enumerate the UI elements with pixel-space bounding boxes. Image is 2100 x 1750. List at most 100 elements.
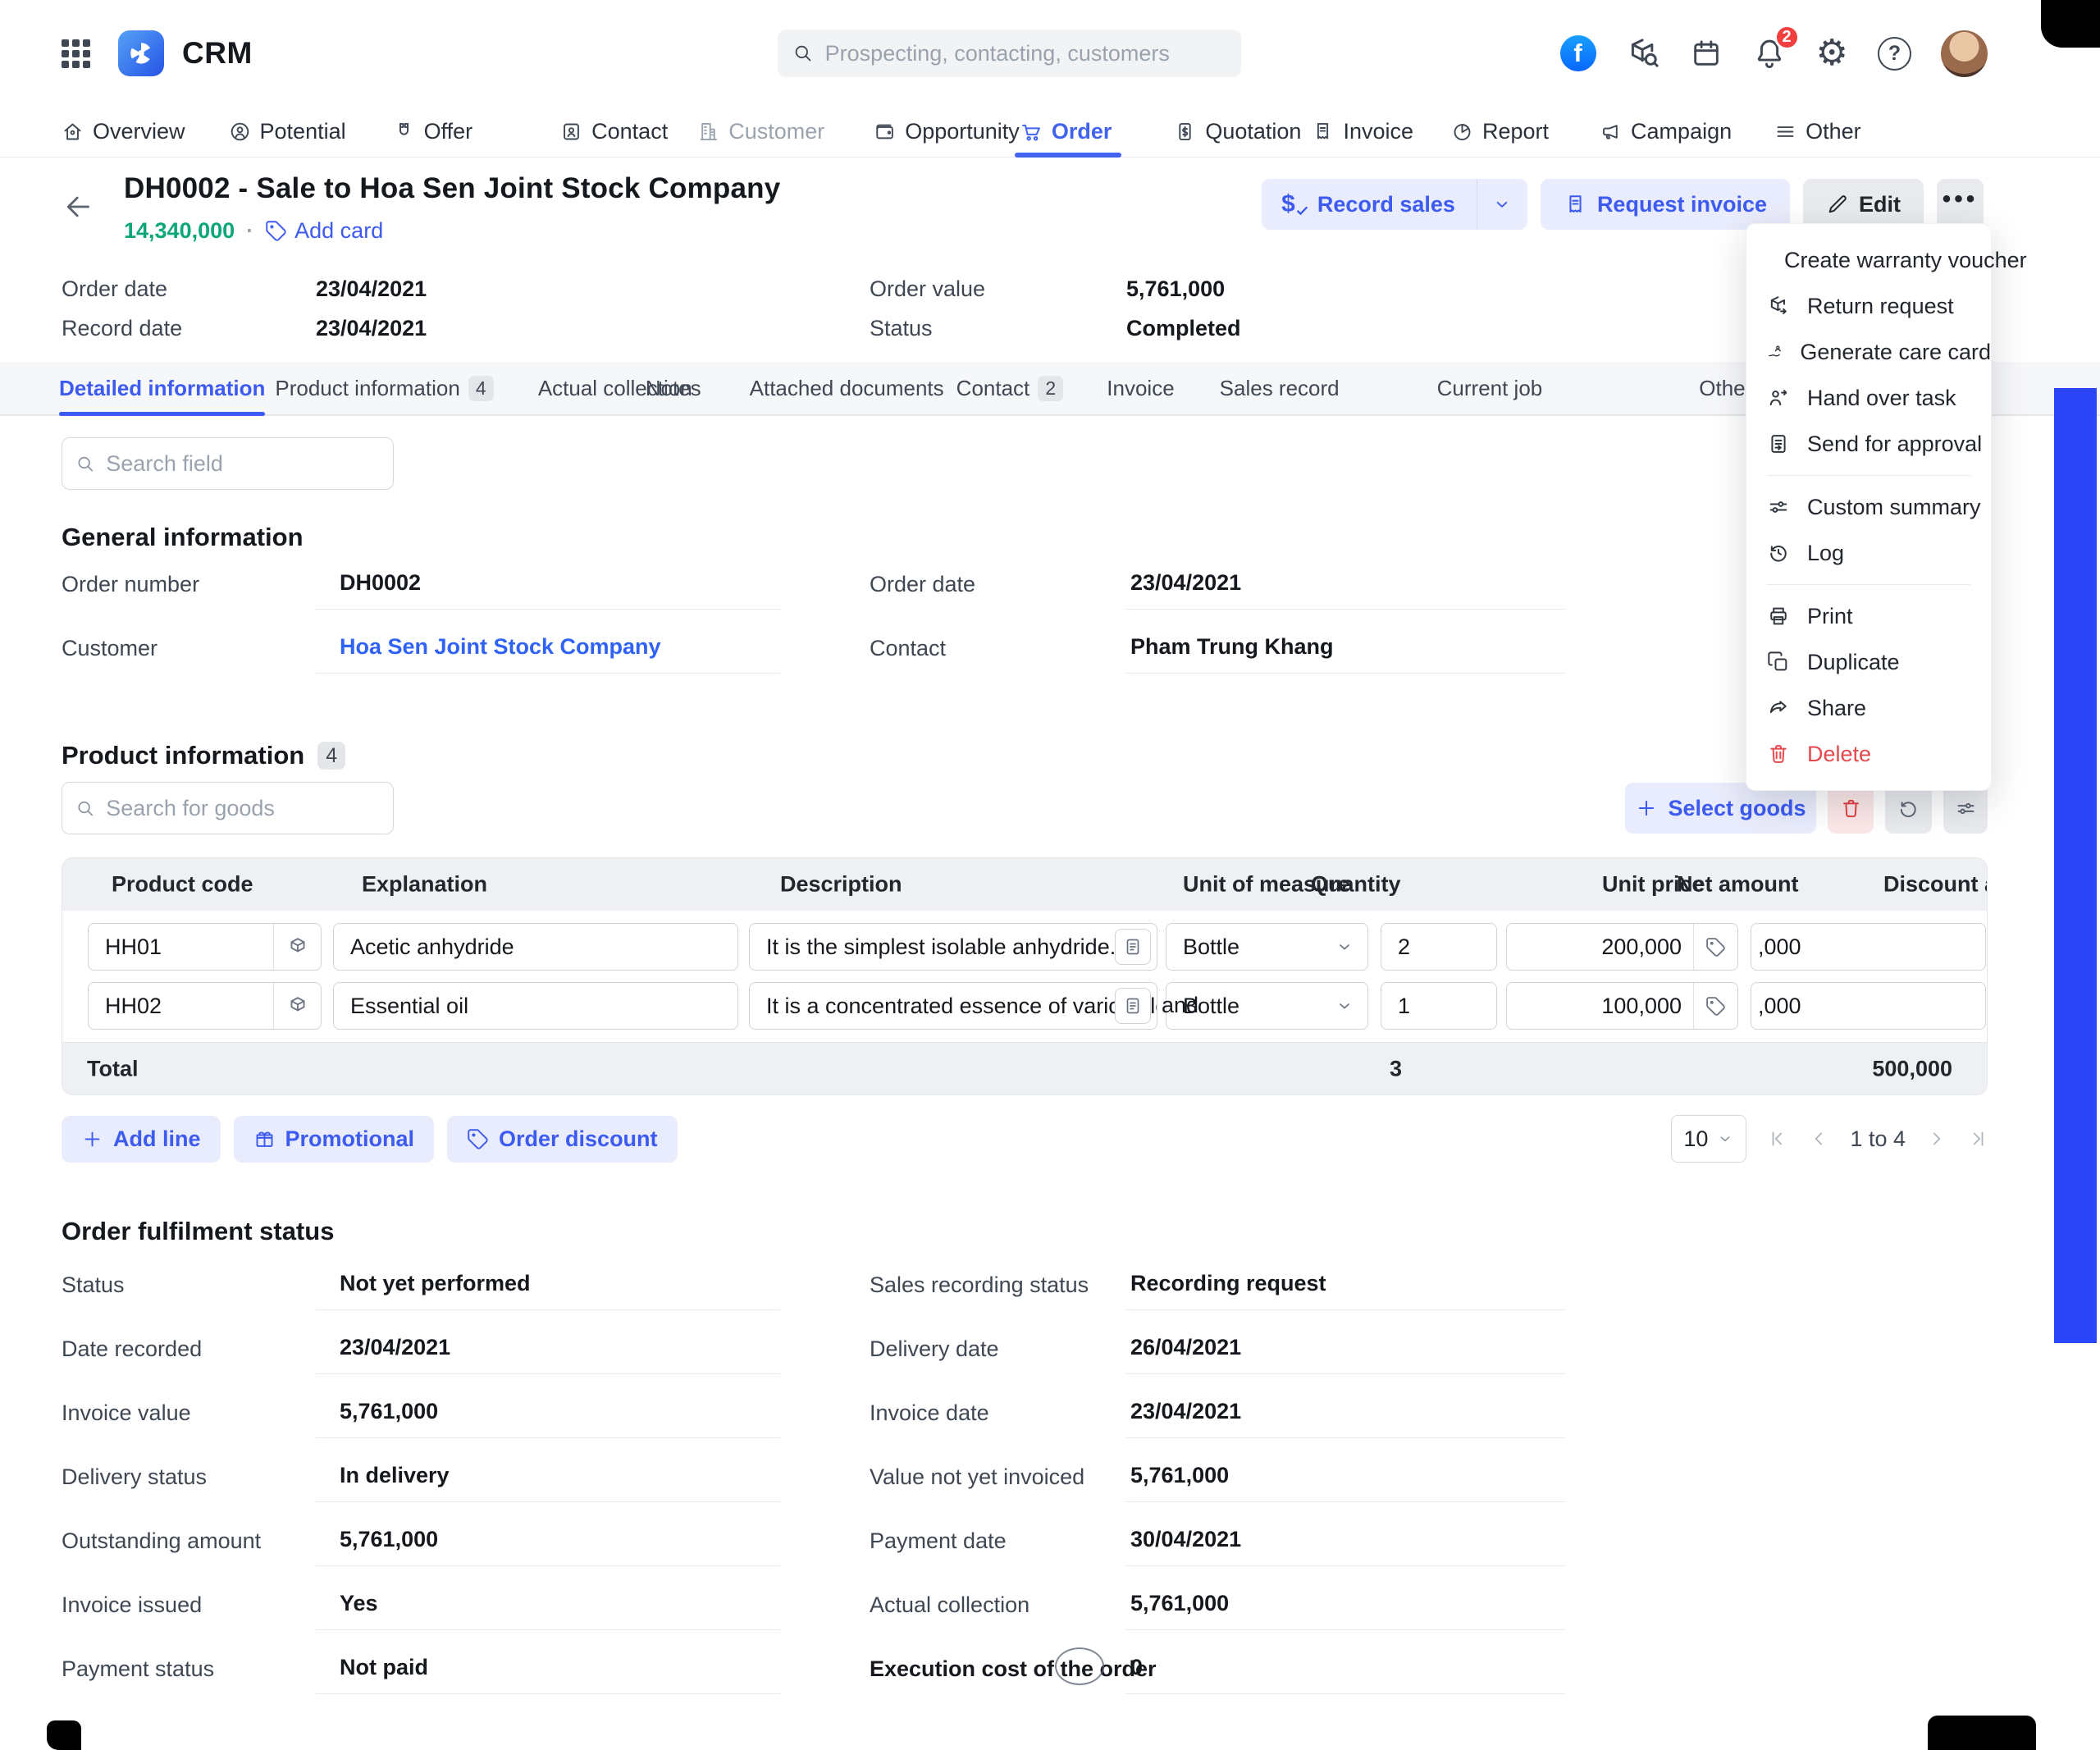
nav-item-campaign[interactable]: Campaign	[1600, 107, 1732, 157]
record-sales-dropdown-arrow[interactable]	[1477, 179, 1527, 230]
tab-contact[interactable]: Contact2	[956, 362, 1064, 414]
field-label: Actual collection	[870, 1591, 1126, 1630]
price-tag-button[interactable]	[1693, 983, 1737, 1029]
user-avatar[interactable]	[1941, 30, 1988, 77]
customer-link[interactable]: Hoa Sen Joint Stock Company	[316, 634, 780, 674]
quantity-input[interactable]: 2	[1381, 923, 1497, 971]
nav-item-other[interactable]: Other	[1774, 107, 1861, 157]
explanation-input[interactable]: Essential oil	[333, 982, 738, 1030]
tab-sales-record[interactable]: Sales record	[1220, 362, 1340, 414]
unit-of-measure-select[interactable]: Bottle	[1166, 923, 1368, 971]
search-goods-input[interactable]	[106, 796, 380, 821]
nav-item-opportunity[interactable]: Opportunity	[874, 107, 1020, 157]
menu-item-send-for-approval[interactable]: Send for approval	[1746, 421, 1991, 467]
app-grid-icon[interactable]	[62, 39, 90, 68]
megaphone-icon	[1600, 121, 1622, 143]
product-lookup-icon[interactable]	[1626, 36, 1660, 71]
total-amount: 500,000	[1872, 1056, 1952, 1081]
nav-item-order[interactable]: Order	[1020, 107, 1112, 157]
product-code-input[interactable]: HH02	[88, 982, 322, 1030]
more-actions-button[interactable]: •••	[1937, 179, 1984, 230]
net-amount-input[interactable]: ,000	[1751, 923, 1986, 971]
menu-item-hand-over-task[interactable]: Hand over task	[1746, 375, 1991, 421]
next-page-icon[interactable]	[1925, 1128, 1947, 1149]
record-sales-button[interactable]: $ Record sales	[1262, 179, 1477, 230]
menu-item-duplicate[interactable]: Duplicate	[1746, 639, 1991, 685]
menu-item-delete[interactable]: Delete	[1746, 731, 1991, 777]
order-discount-button[interactable]: Order discount	[447, 1116, 678, 1163]
quantity-input[interactable]: 1	[1381, 982, 1497, 1030]
nav-item-overview[interactable]: Overview	[62, 107, 185, 157]
products-table: Product code Explanation Description Uni…	[62, 857, 1988, 1095]
global-search-input[interactable]	[825, 41, 1226, 66]
tab-invoice[interactable]: Invoice	[1107, 362, 1174, 414]
promotional-button[interactable]: Promotional	[234, 1116, 435, 1163]
field-value: 5,761,000	[1126, 1463, 1564, 1502]
description-input[interactable]: It is the simplest isolable anhydride...	[749, 923, 1157, 971]
search-field-box[interactable]	[62, 437, 394, 490]
nav-item-potential[interactable]: Potential	[229, 107, 346, 157]
history-icon	[1767, 541, 1790, 564]
notifications-button[interactable]: 2	[1752, 36, 1787, 71]
product-picker-button[interactable]	[273, 924, 321, 970]
add-card-button[interactable]: Add card	[265, 218, 383, 244]
menu-divider	[1767, 584, 1970, 585]
product-code-input[interactable]: HH01	[88, 923, 322, 971]
global-search[interactable]	[778, 30, 1241, 77]
search-field-input[interactable]	[106, 451, 380, 477]
description-expand-button[interactable]	[1115, 929, 1151, 965]
tab-notes[interactable]: Notes	[646, 362, 701, 414]
contact-value[interactable]: Pham Trung Khang	[1126, 634, 1564, 674]
menu-item-return-request[interactable]: Return request	[1746, 283, 1991, 329]
nav-item-report[interactable]: Report	[1451, 107, 1549, 157]
facebook-icon[interactable]: f	[1560, 35, 1596, 71]
nav-item-quotation[interactable]: Quotation	[1174, 107, 1301, 157]
col-product-code: Product code	[112, 872, 253, 898]
calendar-icon[interactable]	[1690, 37, 1723, 70]
add-line-button[interactable]: Add line	[62, 1116, 221, 1163]
menu-item-share[interactable]: Share	[1746, 685, 1991, 731]
page-size-select[interactable]: 10	[1671, 1115, 1746, 1163]
back-button[interactable]	[62, 190, 94, 223]
menu-item-log[interactable]: Log	[1746, 530, 1991, 576]
unit-price-input[interactable]: 200,000	[1506, 923, 1738, 971]
net-amount-input[interactable]: ,000	[1751, 982, 1986, 1030]
status-value: Completed	[1126, 316, 1241, 355]
help-icon[interactable]: ?	[1878, 37, 1911, 71]
search-goods-box[interactable]	[62, 782, 394, 834]
home-icon	[62, 121, 84, 143]
edit-button[interactable]: Edit	[1803, 179, 1924, 230]
menu-item-create-warranty-voucher[interactable]: Create warranty voucher	[1746, 237, 1991, 283]
prev-page-icon[interactable]	[1809, 1128, 1830, 1149]
nav-item-invoice[interactable]: Invoice	[1312, 107, 1413, 157]
tab-detailed-information[interactable]: Detailed information	[59, 362, 265, 414]
order-date-value[interactable]: 23/04/2021	[1126, 570, 1564, 610]
explanation-input[interactable]: Acetic anhydride	[333, 923, 738, 971]
field-label: Invoice issued	[62, 1591, 316, 1630]
description-expand-button[interactable]	[1115, 988, 1151, 1024]
description-input[interactable]: It is a concentrated essence of various …	[749, 982, 1157, 1030]
unit-price-input[interactable]: 100,000	[1506, 982, 1738, 1030]
first-page-icon[interactable]	[1768, 1128, 1789, 1149]
nav-item-contact[interactable]: Contact	[560, 107, 668, 157]
handover-people-icon	[1767, 386, 1790, 409]
more-actions-menu: Create warranty voucher Return request G…	[1746, 223, 1992, 791]
tab-current-job[interactable]: Current job	[1437, 362, 1543, 414]
col-discount-amount: Discount am	[1883, 872, 1987, 898]
chevron-down-icon	[1335, 937, 1354, 957]
menu-item-custom-summary[interactable]: Custom summary	[1746, 484, 1991, 530]
price-tag-button[interactable]	[1693, 924, 1737, 970]
tab-product-information[interactable]: Product information4	[275, 362, 493, 414]
tab-attached-documents[interactable]: Attached documents	[750, 362, 944, 414]
request-invoice-button[interactable]: Request invoice	[1541, 179, 1790, 230]
gear-icon[interactable]: ⚙	[1816, 35, 1848, 71]
order-number-value[interactable]: DH0002	[316, 570, 780, 610]
last-page-icon[interactable]	[1966, 1128, 1988, 1149]
menu-item-generate-care-card[interactable]: Generate care card	[1746, 329, 1991, 375]
cube-icon	[287, 995, 308, 1017]
menu-item-print[interactable]: Print	[1746, 593, 1991, 639]
field-label: Value not yet invoiced	[870, 1463, 1126, 1502]
product-picker-button[interactable]	[273, 983, 321, 1029]
nav-item-offer[interactable]: Offer	[393, 107, 473, 157]
nav-item-customer[interactable]: Customer	[697, 107, 824, 157]
